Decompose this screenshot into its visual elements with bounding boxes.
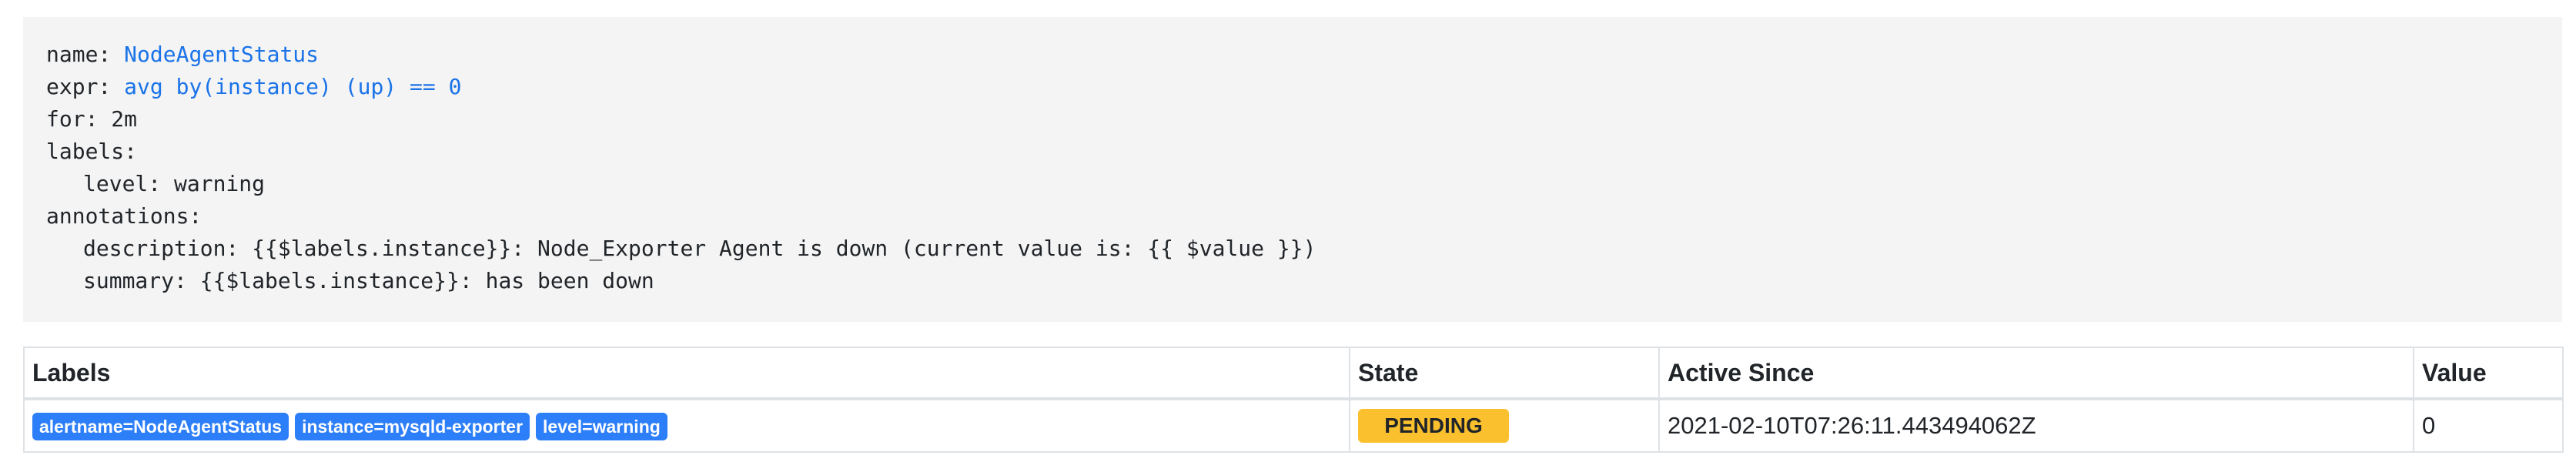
- table-row: alertname=NodeAgentStatus instance=mysqld…: [23, 398, 2564, 453]
- header-value: Value: [2413, 346, 2564, 400]
- rule-name-key: name:: [46, 42, 112, 67]
- active-since-cell: 2021-02-10T07:26:11.443494062Z: [1658, 398, 2414, 453]
- state-cell: PENDING: [1349, 398, 1660, 453]
- rule-name-line: name: NodeAgentStatus: [46, 38, 2539, 71]
- rule-name-value: NodeAgentStatus: [124, 42, 319, 67]
- rule-summary-text: summary: {{$labels.instance}}: has been …: [83, 268, 654, 293]
- labels-cell: alertname=NodeAgentStatus instance=mysqld…: [23, 398, 1350, 453]
- rule-summary-line: summary: {{$labels.instance}}: has been …: [46, 265, 2539, 297]
- rule-expr-key: expr:: [46, 74, 112, 99]
- rule-for-line: for: 2m: [46, 106, 138, 132]
- rule-description-line: description: {{$labels.instance}}: Node_…: [46, 233, 2539, 265]
- header-state: State: [1349, 346, 1660, 400]
- table-header-row: Labels State Active Since Value: [23, 346, 2564, 400]
- value-cell: 0: [2413, 398, 2564, 453]
- rule-code-block: name: NodeAgentStatus expr: avg by(instan…: [46, 38, 2539, 297]
- header-labels: Labels: [23, 346, 1350, 400]
- label-badge-alertname: alertname=NodeAgentStatus: [32, 413, 289, 440]
- rule-level-line: level: warning: [46, 168, 2539, 200]
- header-active-since: Active Since: [1658, 346, 2414, 400]
- state-badge: PENDING: [1358, 409, 1509, 443]
- alert-rule-definition: name: NodeAgentStatus expr: avg by(instan…: [23, 17, 2562, 322]
- rule-expr-value: avg by(instance) (up) == 0: [124, 74, 462, 99]
- rule-level-text: level: warning: [83, 171, 266, 196]
- label-badge-instance: instance=mysqld-exporter: [295, 413, 530, 440]
- rule-description-text: description: {{$labels.instance}}: Node_…: [83, 236, 1316, 261]
- rule-annotations-key: annotations:: [46, 203, 202, 229]
- label-badge-level: level=warning: [536, 413, 667, 440]
- rule-labels-key: labels:: [46, 139, 138, 164]
- rule-expr-line: expr: avg by(instance) (up) == 0: [46, 71, 2539, 103]
- active-alerts-table: Labels State Active Since Value alertnam…: [23, 346, 2564, 453]
